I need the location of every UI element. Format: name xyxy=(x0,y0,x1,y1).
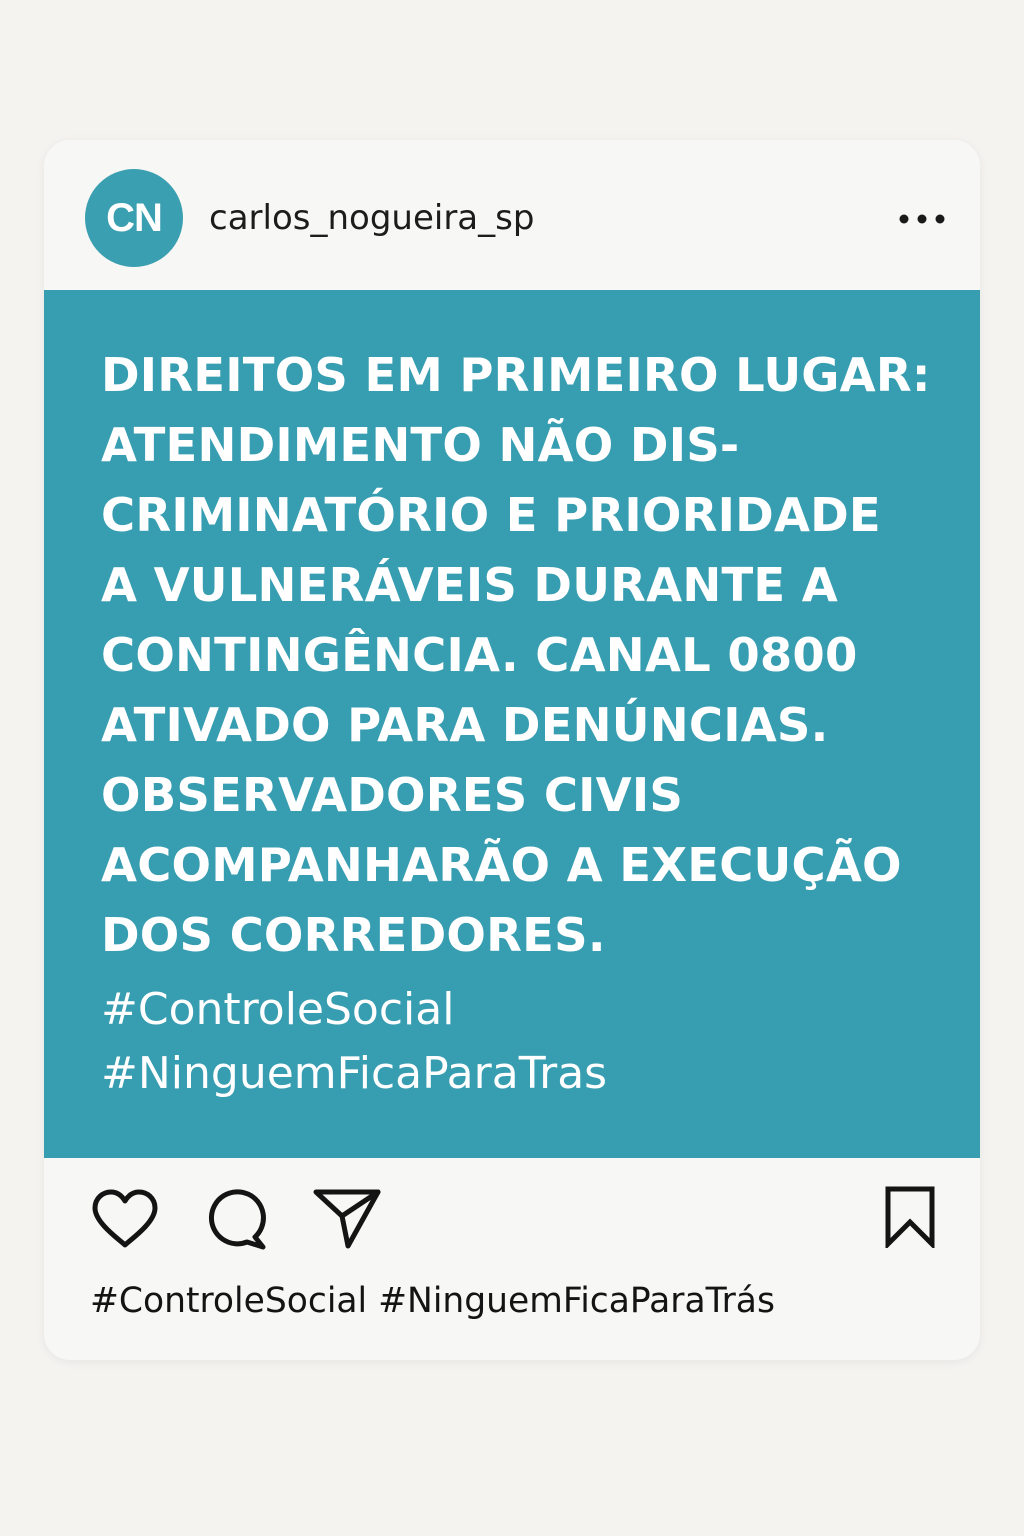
heart-icon[interactable] xyxy=(90,1188,160,1250)
username[interactable]: carlos_nogueira_sp xyxy=(209,196,534,240)
avatar[interactable]: CN xyxy=(85,169,183,267)
image-hashtags: #ControleSocial #NinguemFicaParaTras xyxy=(101,978,941,1106)
post-header: CN carlos_nogueira_sp xyxy=(44,140,980,290)
more-horizontal-icon[interactable] xyxy=(894,202,950,236)
post-headline: DIREITOS EM PRIMEIRO LUGAR: ATENDIMENTO … xyxy=(101,348,931,962)
comment-icon[interactable] xyxy=(203,1189,269,1251)
post-caption: #ControleSocial #NinguemFicaParaTrás xyxy=(90,1277,775,1325)
paper-plane-icon[interactable] xyxy=(312,1188,382,1250)
post-image: DIREITOS EM PRIMEIRO LUGAR: ATENDIMENTO … xyxy=(44,290,980,1158)
caption-hashtag[interactable]: #NinguemFicaParaTrás xyxy=(378,1281,775,1321)
caption-hashtag[interactable]: #ControleSocial xyxy=(90,1281,367,1321)
post-actions xyxy=(44,1158,980,1268)
post-card: CN carlos_nogueira_sp DIREITOS EM PRIMEI… xyxy=(44,140,980,1360)
bookmark-icon[interactable] xyxy=(884,1186,936,1248)
image-hashtag: #NinguemFicaParaTras xyxy=(101,1048,608,1099)
image-hashtag: #ControleSocial xyxy=(101,984,455,1035)
